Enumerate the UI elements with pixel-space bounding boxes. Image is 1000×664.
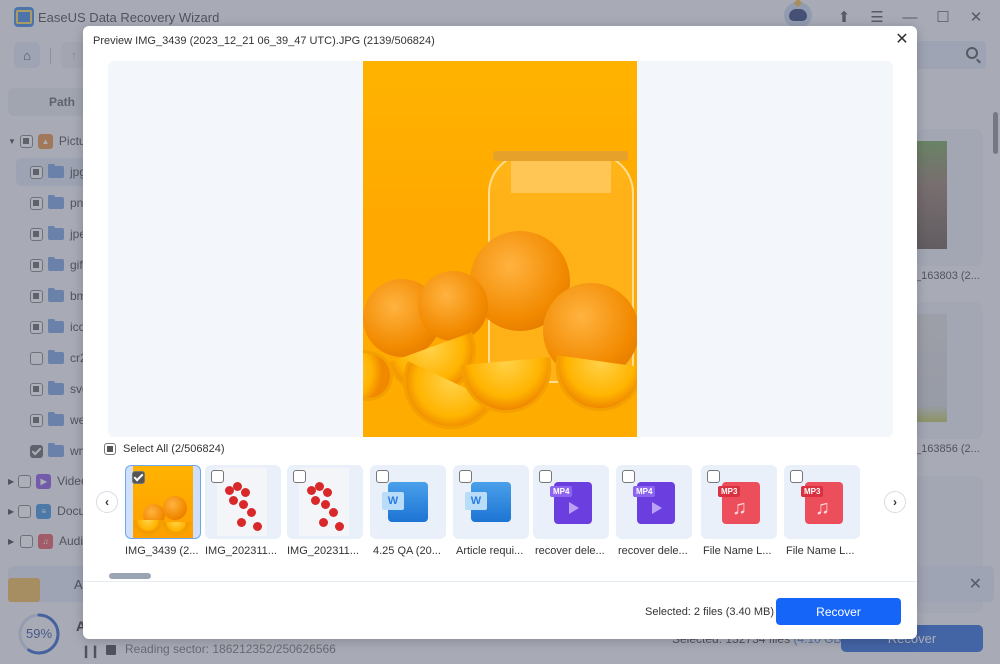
- file-tile[interactable]: [205, 465, 281, 539]
- close-dialog-button[interactable]: ✕: [893, 30, 911, 48]
- checkbox[interactable]: [539, 470, 552, 483]
- chevron-left-icon: ‹: [105, 495, 109, 509]
- footer-divider: [83, 581, 917, 582]
- next-button[interactable]: ›: [884, 491, 906, 513]
- horizontal-scrollbar[interactable]: [109, 573, 151, 579]
- tomato-shape: [229, 496, 238, 505]
- file-tile[interactable]: [533, 465, 609, 539]
- tomato-shape: [253, 522, 262, 531]
- tomato-shape: [323, 488, 332, 497]
- selected-summary: Selected: 2 files (3.40 MB): [645, 606, 775, 618]
- orange-slice-shape: [133, 520, 163, 536]
- file-name: recover dele...: [618, 545, 688, 557]
- file-tile[interactable]: [370, 465, 446, 539]
- file-tile[interactable]: [616, 465, 692, 539]
- orange-shape: [418, 271, 488, 341]
- file-name: IMG_3439 (2...: [125, 545, 199, 557]
- preview-image: [363, 61, 637, 437]
- tomato-shape: [329, 508, 338, 517]
- tomato-shape: [241, 488, 250, 497]
- thumbnail-tomato: [299, 468, 349, 536]
- orange-shape: [163, 496, 187, 520]
- file-tile[interactable]: [125, 465, 201, 539]
- checkbox[interactable]: [132, 471, 145, 484]
- mp3-audio-icon: [718, 482, 760, 524]
- mp4-video-icon: [550, 482, 592, 524]
- tomato-shape: [319, 518, 328, 527]
- file-tile[interactable]: [453, 465, 529, 539]
- orange-slice-shape: [549, 355, 637, 417]
- file-name: 4.25 QA (20...: [373, 545, 441, 557]
- tomato-shape: [237, 518, 246, 527]
- file-name: IMG_202311...: [205, 545, 277, 557]
- mp4-video-icon: [633, 482, 675, 524]
- tomato-shape: [239, 500, 248, 509]
- orange-slice-shape: [161, 522, 191, 536]
- jar-band-shape: [511, 161, 611, 193]
- tomato-shape: [247, 508, 256, 517]
- file-strip: IMG_3439 (2... IMG_202311... IMG_202311.…: [123, 465, 863, 565]
- preview-dialog: Preview IMG_3439 (2023_12_21 06_39_47 UT…: [83, 26, 917, 639]
- checkbox[interactable]: [376, 470, 389, 483]
- tomato-shape: [335, 522, 344, 531]
- word-document-icon: [465, 482, 511, 522]
- previous-button[interactable]: ‹: [96, 491, 118, 513]
- checkbox[interactable]: [790, 470, 803, 483]
- tomato-shape: [321, 500, 330, 509]
- checkbox[interactable]: [459, 470, 472, 483]
- word-document-icon: [382, 482, 428, 522]
- file-name: File Name L...: [703, 545, 772, 557]
- checkbox[interactable]: [211, 470, 224, 483]
- file-name: Article requi...: [456, 545, 524, 557]
- mp3-audio-icon: [801, 482, 843, 524]
- file-name: recover dele...: [535, 545, 605, 557]
- dialog-title: Preview IMG_3439 (2023_12_21 06_39_47 UT…: [93, 35, 435, 47]
- close-icon: ✕: [895, 31, 909, 48]
- file-tile[interactable]: [701, 465, 777, 539]
- select-all-checkbox[interactable]: Select All (2/506824): [104, 443, 225, 455]
- checkbox[interactable]: [293, 470, 306, 483]
- image-preview-area: [108, 61, 893, 437]
- jar-lid-shape: [493, 151, 628, 161]
- checkbox[interactable]: [104, 443, 116, 455]
- file-tile[interactable]: [287, 465, 363, 539]
- thumbnail-tomato: [217, 468, 267, 536]
- chevron-right-icon: ›: [893, 495, 897, 509]
- file-name: File Name L...: [786, 545, 855, 557]
- checkbox[interactable]: [707, 470, 720, 483]
- checkbox[interactable]: [622, 470, 635, 483]
- tomato-shape: [311, 496, 320, 505]
- file-name: IMG_202311...: [287, 545, 359, 557]
- recover-button[interactable]: Recover: [776, 598, 901, 625]
- file-tile[interactable]: [784, 465, 860, 539]
